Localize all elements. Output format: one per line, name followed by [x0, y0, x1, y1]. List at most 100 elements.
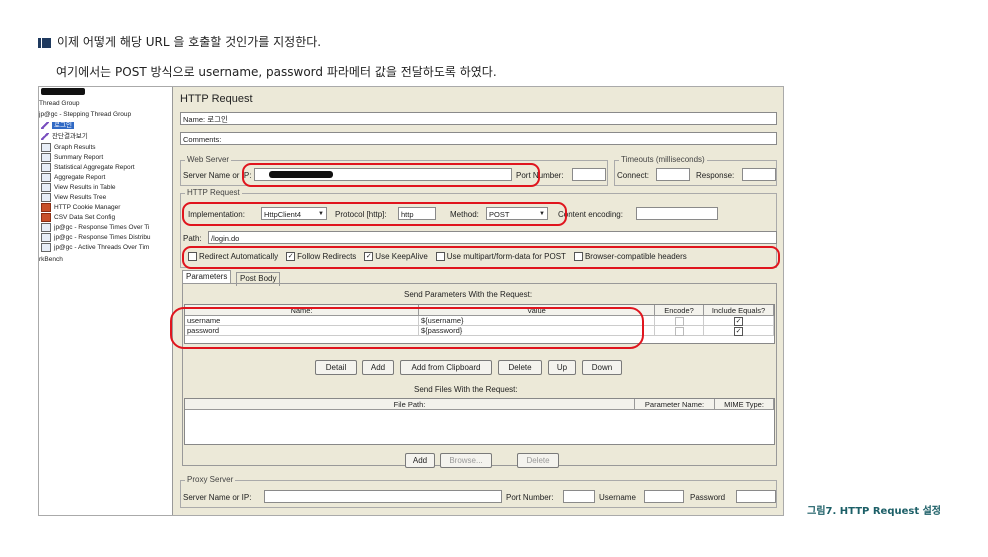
param-encode-cell[interactable]: [655, 326, 704, 336]
tree-item[interactable]: Graph Results: [41, 143, 96, 152]
proxy-server-input[interactable]: [264, 490, 502, 503]
implementation-label: Implementation:: [188, 210, 245, 219]
parameters-table[interactable]: Name: Value Encode? Include Equals? user…: [184, 304, 775, 344]
report-icon: [41, 183, 51, 192]
tree-item[interactable]: CSV Data Set Config: [41, 213, 115, 222]
report-icon: [41, 163, 51, 172]
add-button[interactable]: Add: [362, 360, 394, 375]
up-button[interactable]: Up: [548, 360, 576, 375]
content-encoding-label: Content encoding:: [558, 210, 623, 219]
param-include-equals-cell[interactable]: ✓: [704, 326, 774, 336]
tree-item[interactable]: View Results in Table: [41, 183, 116, 192]
param-value-cell[interactable]: ${username}: [419, 316, 655, 326]
files-add-button[interactable]: Add: [405, 453, 435, 468]
port-input[interactable]: [572, 168, 606, 181]
tree-item[interactable]: Thread Group: [39, 99, 79, 108]
content-encoding-input[interactable]: [636, 207, 718, 220]
param-name-cell[interactable]: password: [185, 326, 419, 336]
send-params-title: Send Parameters With the Request:: [404, 290, 533, 299]
tree-item-label: Statistical Aggregate Report: [54, 164, 135, 172]
files-delete-button[interactable]: Delete: [517, 453, 559, 468]
report-icon: [41, 223, 51, 232]
param-encode-cell[interactable]: [655, 316, 704, 326]
option-checkbox[interactable]: ✓ Follow Redirects: [286, 252, 357, 262]
detail-button[interactable]: Detail: [315, 360, 357, 375]
tree-item-label: CSV Data Set Config: [54, 214, 116, 222]
report-icon: [41, 153, 51, 162]
tree-item-label: View Results in Table: [54, 184, 116, 192]
tree-item-label: Thread Group: [39, 100, 80, 107]
connect-label: Connect:: [617, 171, 650, 180]
chevron-down-icon: ▼: [539, 211, 545, 217]
connect-input[interactable]: [656, 168, 690, 181]
tree-item-label: Summary Report: [54, 154, 104, 162]
checkbox-checked-icon: ✓: [734, 316, 743, 326]
tree-item[interactable]: Aggregate Report: [41, 173, 105, 182]
col-parameter-name-header: Parameter Name:: [635, 399, 715, 410]
protocol-label: Protocol [http]:: [335, 210, 387, 219]
param-name-cell[interactable]: username: [185, 316, 419, 326]
tree-item[interactable]: 잔단결과보기: [41, 132, 88, 141]
tree-item[interactable]: jp@gc - Active Threads Over Tim: [41, 243, 149, 252]
tree-item[interactable]: Statistical Aggregate Report: [41, 163, 135, 172]
protocol-input[interactable]: http: [398, 207, 436, 220]
browse-button[interactable]: Browse...: [440, 453, 492, 468]
request-options: Redirect Automatically ✓ Follow Redirects ✓…: [188, 252, 695, 264]
name-field[interactable]: Name: 로그인: [180, 112, 777, 125]
param-value-cell[interactable]: ${password}: [419, 326, 655, 336]
comments-field[interactable]: Comments:: [180, 132, 777, 145]
option-checkbox[interactable]: Browser-compatible headers: [573, 252, 687, 262]
tree-item[interactable]: jp@gc - Response Times Distribu: [41, 233, 151, 242]
option-checkbox[interactable]: Redirect Automatically: [188, 252, 278, 262]
option-label: Use KeepAlive: [375, 252, 428, 261]
tree-item-label: jp@gc - Response Times Distribu: [54, 234, 151, 242]
tree-item[interactable]: rkBench: [39, 255, 63, 264]
response-input[interactable]: [742, 168, 776, 181]
checkbox-icon: [188, 252, 197, 262]
checkbox-checked-icon: ✓: [734, 326, 743, 336]
proxy-username-input[interactable]: [644, 490, 684, 503]
report-icon: [41, 143, 51, 152]
implementation-select[interactable]: HttpClient4 ▼: [261, 207, 327, 220]
proxy-password-input[interactable]: [736, 490, 776, 503]
tree-item-label: Graph Results: [54, 144, 96, 152]
tree-item[interactable]: jp@gc - Response Times Over Ti: [41, 223, 149, 232]
proxy-password-label: Password: [690, 493, 726, 502]
option-label: Follow Redirects: [297, 252, 357, 261]
path-input[interactable]: /login.do: [208, 231, 777, 244]
tree-item[interactable]: HTTP Cookie Manager: [41, 203, 120, 212]
option-checkbox[interactable]: ✓ Use KeepAlive: [364, 252, 428, 262]
proxy-port-label: Port Number:: [506, 493, 554, 502]
option-label: Browser-compatible headers: [584, 252, 687, 261]
files-table[interactable]: File Path: Parameter Name: MIME Type:: [184, 398, 775, 445]
proxy-port-input[interactable]: [563, 490, 595, 503]
config-icon: [41, 203, 51, 212]
option-label: Use multipart/form-data for POST: [446, 252, 566, 261]
checkbox-checked-icon: ✓: [286, 252, 296, 262]
chevron-down-icon: ▼: [318, 211, 324, 217]
http-request-panel: HTTP Request Name: 로그인 Comments: Web Ser…: [170, 87, 783, 515]
figure-caption: 그림7. HTTP Request 설정: [807, 506, 941, 517]
tree-item-label: jp@gc - Response Times Over Ti: [54, 224, 150, 232]
tab-parameters[interactable]: Parameters: [182, 270, 232, 284]
report-icon: [41, 243, 51, 252]
down-button[interactable]: Down: [582, 360, 622, 375]
response-label: Response:: [696, 171, 735, 180]
method-select[interactable]: POST ▼: [486, 207, 548, 220]
param-include-equals-cell[interactable]: ✓: [704, 316, 774, 326]
server-name-label: Server Name or IP:: [183, 171, 252, 180]
checkbox-checked-icon: ✓: [364, 252, 374, 262]
checkbox-icon: [573, 252, 583, 262]
method-label: Method:: [450, 210, 479, 219]
tree-item[interactable]: View Results Tree: [41, 193, 106, 202]
option-checkbox[interactable]: Use multipart/form-data for POST: [435, 252, 566, 262]
tree-item[interactable]: Summary Report: [41, 153, 103, 162]
tree-item[interactable]: jp@gc - Stepping Thread Group: [39, 110, 131, 119]
delete-button[interactable]: Delete: [498, 360, 542, 375]
tree-item-label: jp@gc - Active Threads Over Tim: [54, 244, 150, 252]
col-include-equals-header: Include Equals?: [704, 305, 774, 316]
checkbox-icon: [674, 326, 684, 336]
add-from-clipboard-button[interactable]: Add from Clipboard: [400, 360, 492, 375]
tree-item[interactable]: 로그인: [41, 121, 74, 130]
name-value: 로그인: [207, 115, 228, 124]
